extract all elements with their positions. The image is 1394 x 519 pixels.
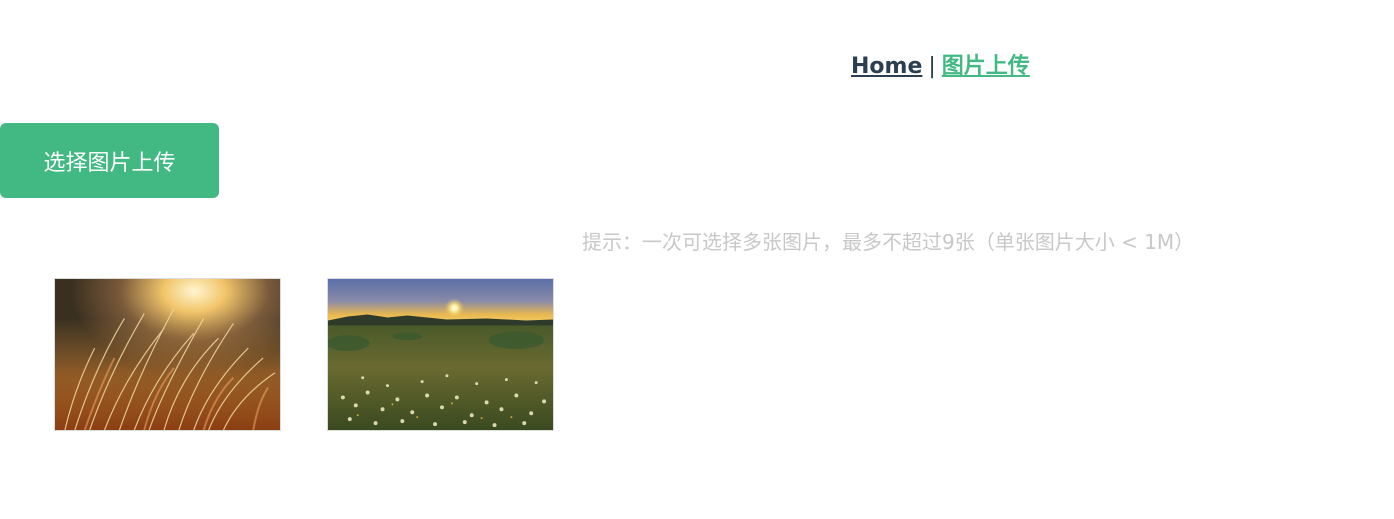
top-nav: Home | 图片上传 xyxy=(851,48,1030,80)
flower-field-image xyxy=(328,279,553,430)
nav-image-upload-link[interactable]: 图片上传 xyxy=(942,54,1030,79)
upload-hint-text: 提示：一次可选择多张图片，最多不超过9张（单张图片大小 < 1M） xyxy=(582,230,1195,254)
image-upload-page: Home | 图片上传 选择图片上传 提示：一次可选择多张图片，最多不超过9张（单张… xyxy=(0,0,1394,519)
select-image-upload-button-label: 选择图片上传 xyxy=(43,150,176,176)
nav-home-link[interactable]: Home xyxy=(851,54,922,79)
uploaded-image-thumbnail-1[interactable] xyxy=(54,278,281,431)
uploaded-image-thumbnail-2[interactable] xyxy=(327,278,554,431)
wheat-grass-image xyxy=(55,279,280,430)
nav-separator: | xyxy=(928,54,936,79)
select-image-upload-button[interactable]: 选择图片上传 xyxy=(0,123,219,198)
